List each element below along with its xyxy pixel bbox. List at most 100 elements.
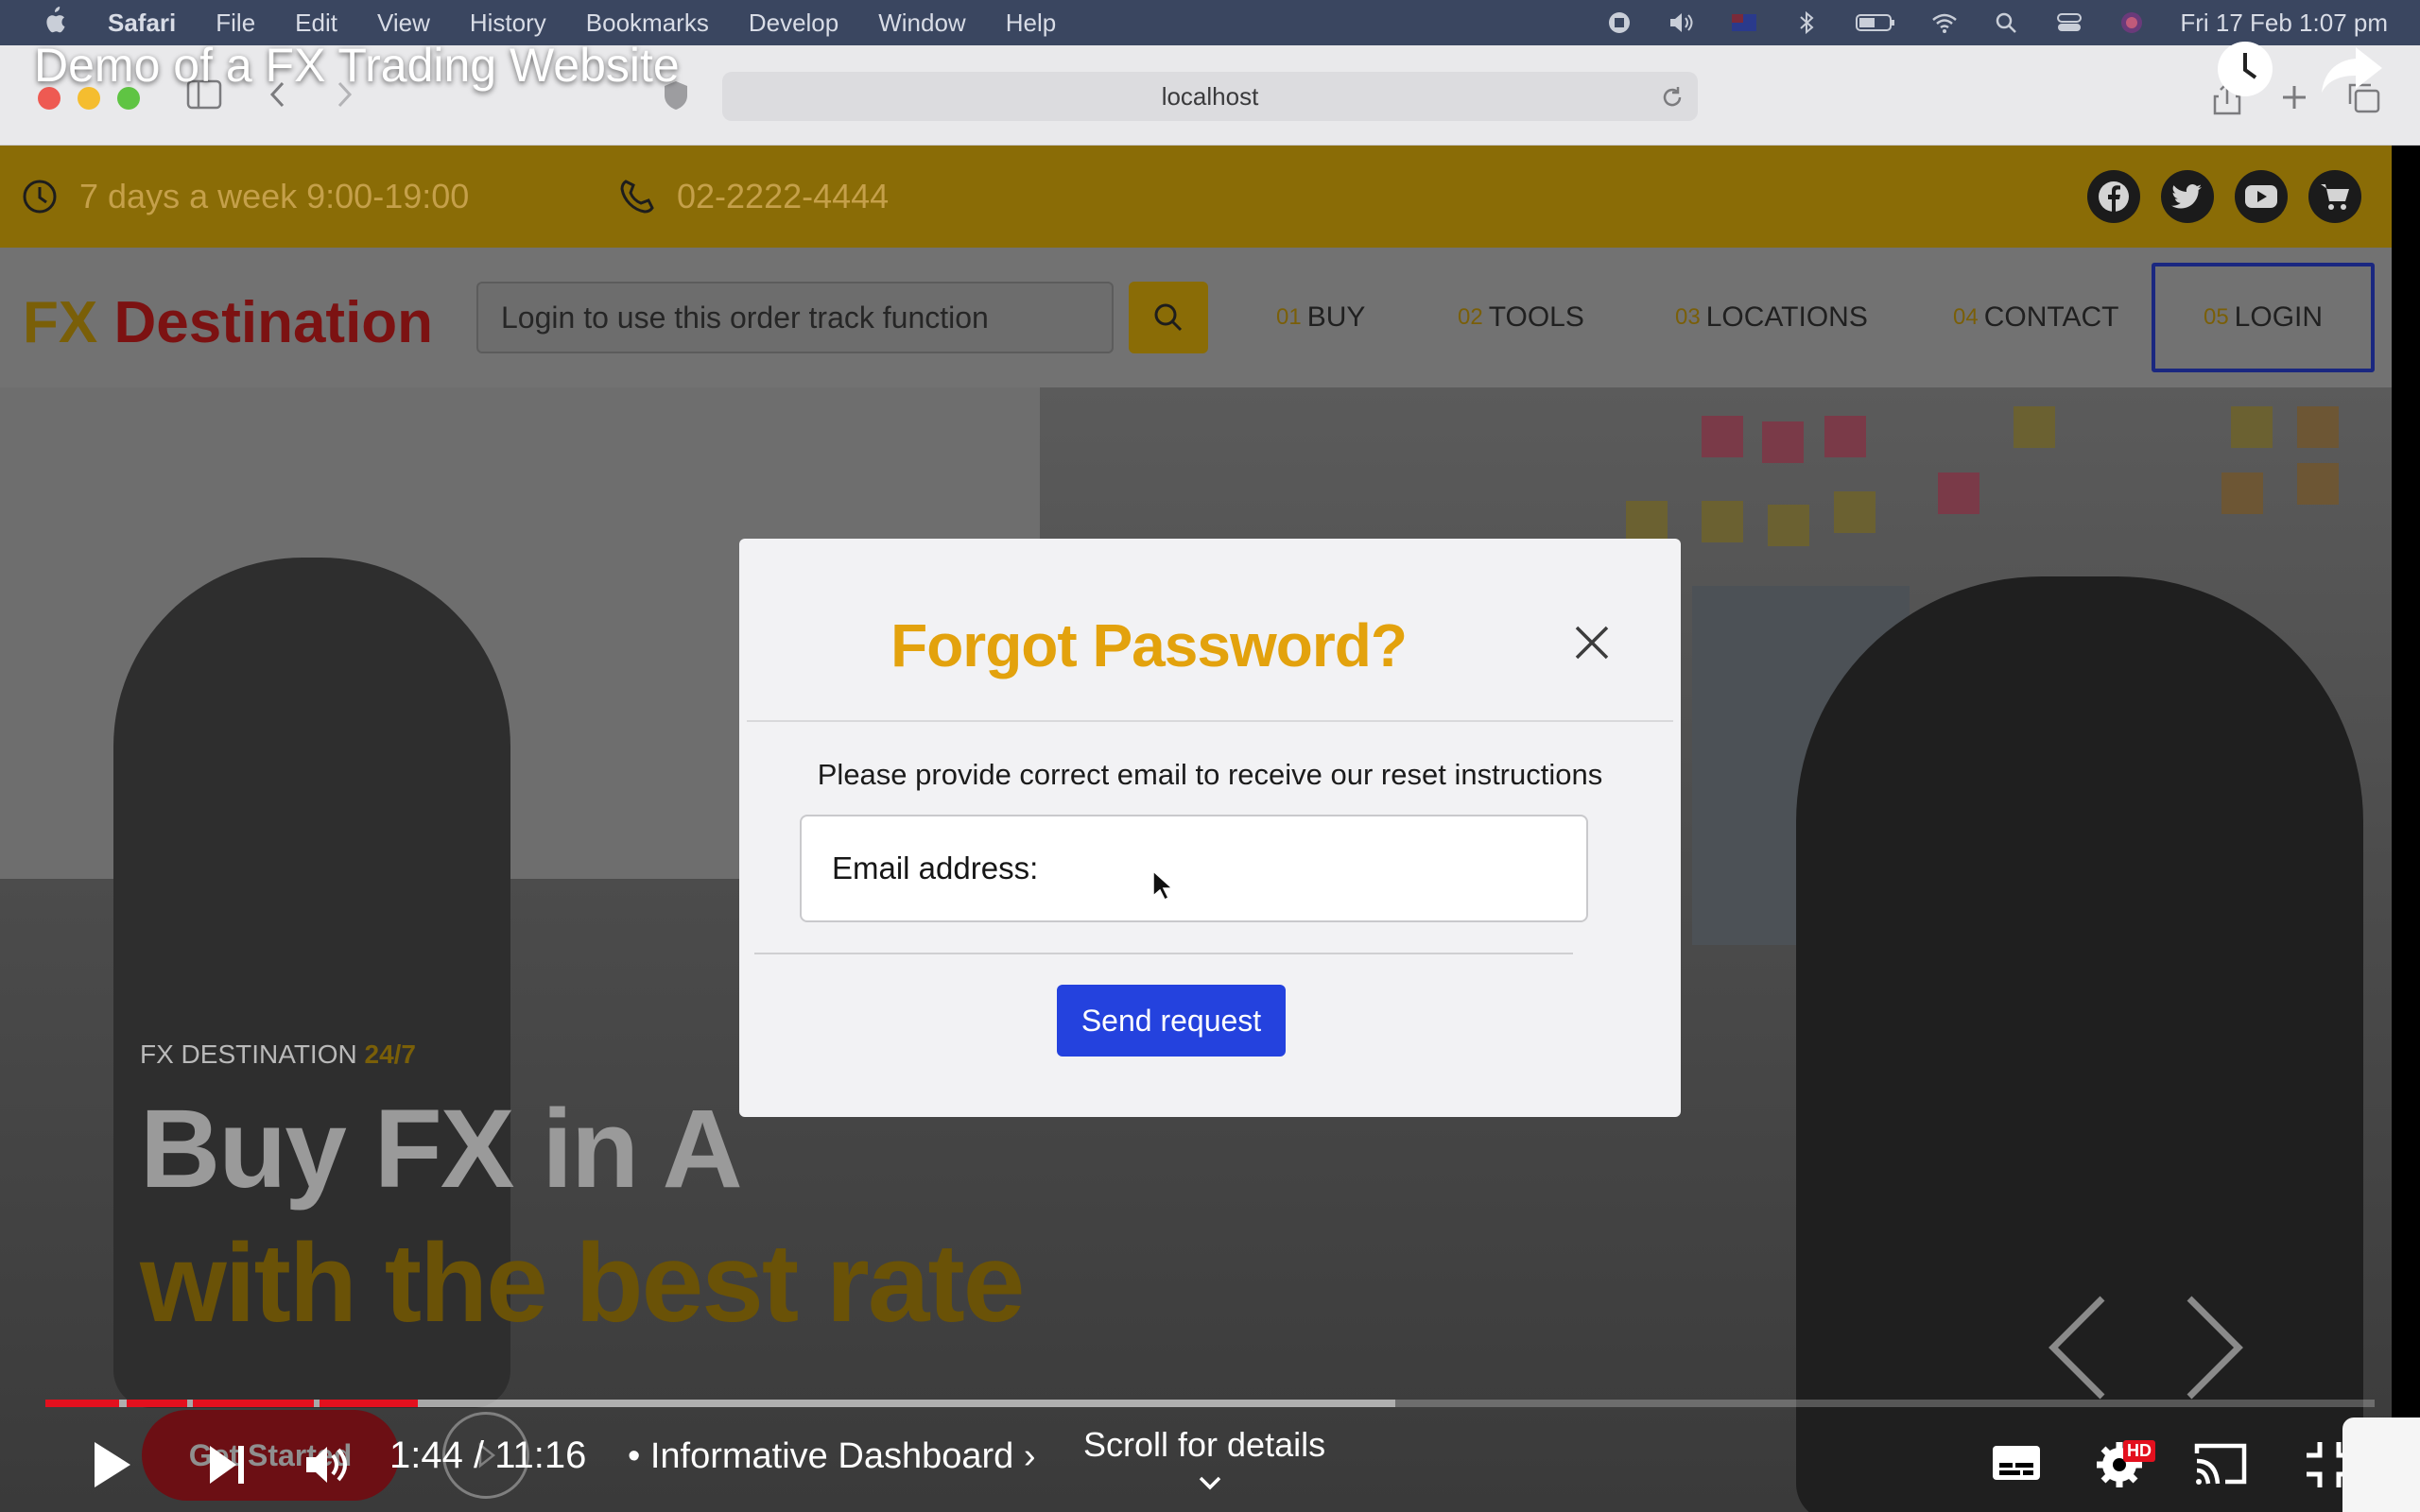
menu-help[interactable]: Help bbox=[1006, 9, 1056, 38]
site-navbar: FX Destination Login to use this order t… bbox=[0, 248, 2392, 387]
hero-kicker-highlight: 24/7 bbox=[364, 1040, 417, 1069]
sticky-note bbox=[2014, 406, 2055, 448]
order-track-input[interactable]: Login to use this order track function bbox=[476, 282, 1114, 353]
youtube-link[interactable] bbox=[2235, 170, 2288, 223]
watch-later-icon[interactable] bbox=[2216, 40, 2274, 98]
control-center-icon[interactable] bbox=[2055, 10, 2083, 35]
chevron-down-icon bbox=[1199, 1476, 1221, 1490]
modal-divider bbox=[747, 720, 1673, 722]
sticky-note bbox=[1702, 501, 1743, 542]
reload-icon[interactable] bbox=[1660, 85, 1685, 110]
sticky-note bbox=[1834, 491, 1876, 533]
slider-prev-icon[interactable] bbox=[2042, 1291, 2118, 1404]
cart-link[interactable] bbox=[2308, 170, 2361, 223]
modal-title: Forgot Password? bbox=[890, 611, 1408, 679]
screen-record-icon[interactable] bbox=[1605, 10, 1634, 35]
video-time: 1:44 / 11:16 bbox=[389, 1435, 587, 1476]
apple-logo-icon[interactable] bbox=[42, 6, 66, 36]
wifi-icon[interactable] bbox=[1930, 10, 1959, 35]
sticky-note bbox=[1626, 501, 1668, 542]
menu-develop[interactable]: Develop bbox=[749, 9, 838, 38]
scroll-for-details[interactable]: Scroll for details bbox=[1083, 1425, 1326, 1490]
menu-view[interactable]: View bbox=[377, 9, 430, 38]
menu-file[interactable]: File bbox=[216, 9, 255, 38]
video-chapter-text: • Informative Dashboard bbox=[628, 1436, 1014, 1476]
sticky-note bbox=[1768, 505, 1809, 546]
scroll-hint-text: Scroll for details bbox=[1083, 1425, 1326, 1464]
video-chapter-segment[interactable] bbox=[193, 1400, 314, 1407]
menu-history[interactable]: History bbox=[470, 9, 546, 38]
volume-icon[interactable] bbox=[1668, 10, 1696, 35]
forgot-password-modal: Forgot Password? Please provide correct … bbox=[739, 539, 1681, 1117]
email-field[interactable]: Email address: bbox=[800, 815, 1588, 922]
nav-login-label: LOGIN bbox=[2234, 301, 2324, 333]
next-video-icon[interactable] bbox=[206, 1442, 248, 1487]
facebook-link[interactable] bbox=[2087, 170, 2140, 223]
nav-tools-label: TOOLS bbox=[1488, 301, 1584, 333]
clock-icon bbox=[23, 180, 57, 214]
site-logo[interactable]: FX Destination bbox=[23, 289, 433, 356]
video-chapter-segment[interactable] bbox=[320, 1400, 418, 1407]
battery-icon[interactable] bbox=[1855, 10, 1896, 35]
sticky-note bbox=[1938, 472, 1979, 514]
nav-contact-label: CONTACT bbox=[1983, 301, 2119, 333]
sticky-note bbox=[2231, 406, 2273, 448]
youtube-icon bbox=[2245, 185, 2277, 208]
logo-fx: FX bbox=[23, 290, 98, 355]
menu-window[interactable]: Window bbox=[878, 9, 965, 38]
nav-locations-label: LOCATIONS bbox=[1705, 301, 1868, 333]
phone-icon bbox=[620, 180, 654, 214]
nav-contact[interactable]: 04 CONTACT bbox=[1953, 248, 2118, 387]
nav-buy[interactable]: 01 BUY bbox=[1276, 248, 1365, 387]
order-track-placeholder: Login to use this order track function bbox=[501, 300, 989, 335]
siri-icon[interactable] bbox=[2118, 10, 2146, 35]
spotlight-search-icon[interactable] bbox=[1993, 10, 2021, 35]
hero-kicker: FX DESTINATION 24/7 bbox=[140, 1040, 416, 1070]
logo-destination: Destination bbox=[113, 290, 434, 355]
hero-kicker-text: FX DESTINATION bbox=[140, 1040, 357, 1069]
order-track-search-button[interactable] bbox=[1129, 282, 1208, 353]
nav-login[interactable]: 05 LOGIN bbox=[2152, 263, 2375, 372]
send-request-button[interactable]: Send request bbox=[1057, 985, 1286, 1057]
bluetooth-icon[interactable] bbox=[1792, 10, 1821, 35]
slider-next-icon[interactable] bbox=[2174, 1291, 2250, 1404]
phone-info: 02-2222-4444 bbox=[618, 146, 889, 248]
twitter-icon bbox=[2171, 184, 2202, 209]
sticky-note bbox=[2297, 463, 2339, 505]
sticky-note bbox=[2297, 406, 2339, 448]
video-chapter-segment[interactable] bbox=[45, 1400, 119, 1407]
site-topbar: 7 days a week 9:00-19:00 02-2222-4444 bbox=[0, 146, 2392, 248]
menu-edit[interactable]: Edit bbox=[295, 9, 337, 38]
cast-icon[interactable] bbox=[2193, 1440, 2248, 1487]
new-tab-icon[interactable] bbox=[2278, 81, 2310, 113]
menubar-clock[interactable]: Fri 17 Feb 1:07 pm bbox=[2180, 9, 2388, 38]
subtitles-icon[interactable] bbox=[1991, 1442, 2042, 1484]
chevron-right-icon: › bbox=[1023, 1436, 1036, 1476]
nav-locations[interactable]: 03 LOCATIONS bbox=[1675, 248, 1868, 387]
input-source-flag-icon[interactable] bbox=[1730, 10, 1758, 35]
hero-headline-line1: Buy FX in A bbox=[140, 1087, 743, 1211]
video-title[interactable]: Demo of a FX Trading Website bbox=[34, 38, 680, 93]
volume-icon[interactable] bbox=[302, 1440, 352, 1489]
cart-icon bbox=[2321, 184, 2349, 210]
menu-safari[interactable]: Safari bbox=[108, 9, 176, 38]
hours-info: 7 days a week 9:00-19:00 bbox=[21, 146, 469, 248]
modal-divider bbox=[754, 953, 1573, 954]
video-chapter-segment[interactable] bbox=[127, 1400, 187, 1407]
search-icon bbox=[1154, 303, 1183, 332]
nav-tools[interactable]: 02 TOOLS bbox=[1458, 248, 1584, 387]
video-share-icon[interactable] bbox=[2318, 43, 2386, 96]
nav-login-number: 05 bbox=[2203, 304, 2229, 330]
sticky-note bbox=[1702, 416, 1743, 457]
overlay-card bbox=[2342, 1418, 2420, 1512]
video-chapter-title[interactable]: • Informative Dashboard › bbox=[628, 1436, 1036, 1477]
hours-text: 7 days a week 9:00-19:00 bbox=[79, 177, 470, 215]
address-bar[interactable]: localhost bbox=[722, 72, 1698, 121]
twitter-link[interactable] bbox=[2161, 170, 2214, 223]
sticky-note bbox=[1762, 421, 1804, 463]
mouse-cursor-icon bbox=[1152, 869, 1172, 902]
play-icon[interactable] bbox=[89, 1438, 134, 1491]
menu-bookmarks[interactable]: Bookmarks bbox=[586, 9, 709, 38]
phone-text: 02-2222-4444 bbox=[677, 177, 890, 215]
close-icon[interactable] bbox=[1571, 622, 1613, 663]
